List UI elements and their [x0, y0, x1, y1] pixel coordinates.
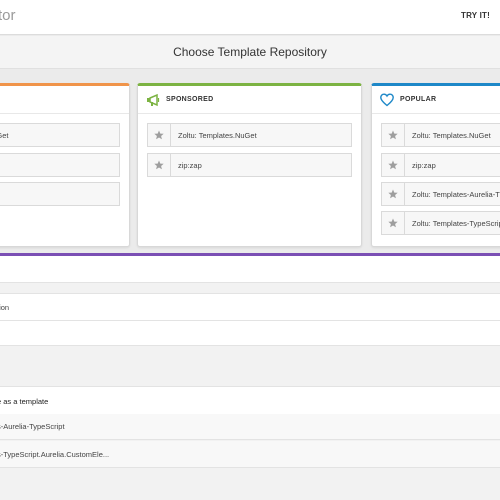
panel-header-row [0, 256, 500, 283]
star-button[interactable] [382, 183, 405, 205]
star-icon [154, 130, 164, 140]
repository-item[interactable]: zip:zap [381, 153, 500, 177]
card-header: POPULAR [372, 86, 500, 114]
section-header: Choose Template Repository [0, 36, 500, 69]
popular-card: POPULAR Zoltu: Templates.NuGet zip:zap Z… [371, 83, 500, 247]
repository-item[interactable]: Zoltu: Templates.NuGet [381, 123, 500, 147]
template-heading-row: e as a template [0, 386, 500, 415]
repository-item-label: Zoltu: Templates-Aurelia-T [412, 190, 500, 199]
template-item-row[interactable]: s-TypeScript.Aurelia.CustomEle... [0, 441, 500, 468]
megaphone-icon [147, 93, 160, 107]
repository-item[interactable]: Zoltu: Templates-TypeScrip [381, 211, 500, 235]
repository-item-label: zip:zap [178, 161, 202, 170]
repository-item[interactable]: s.NuGet [0, 123, 120, 147]
repository-card-left: s.NuGet [0, 83, 130, 247]
repository-item-label: s.NuGet [0, 131, 9, 140]
page-title: Choose Template Repository [173, 45, 327, 59]
template-item-label: s-Aurelia-TypeScript [0, 422, 65, 431]
repository-item-label: Zoltu: Templates.NuGet [178, 131, 257, 140]
top-bar: tor TRY IT! [0, 0, 500, 35]
star-icon [388, 218, 398, 228]
template-item-row[interactable]: s-Aurelia-TypeScript [0, 414, 500, 440]
star-icon [154, 160, 164, 170]
template-item-label: s-TypeScript.Aurelia.CustomEle... [0, 450, 110, 459]
repository-item[interactable]: Zoltu: Templates-Aurelia-T [381, 182, 500, 206]
card-heading: SPONSORED [166, 96, 214, 103]
star-button[interactable] [382, 124, 405, 146]
star-button[interactable] [148, 124, 171, 146]
repository-item[interactable] [0, 182, 120, 206]
template-panel: tion e as a template s-Aurelia-TypeScrip… [0, 253, 500, 500]
card-header [0, 86, 129, 114]
app-title: tor [0, 7, 16, 24]
repository-item-label: Zoltu: Templates-TypeScrip [412, 219, 500, 228]
template-heading-label: e as a template [0, 397, 49, 406]
star-button[interactable] [382, 154, 405, 176]
star-button[interactable] [382, 212, 405, 234]
star-icon [388, 160, 398, 170]
star-icon [388, 189, 398, 199]
card-header: SPONSORED [138, 86, 361, 114]
repository-item[interactable]: zip:zap [147, 153, 352, 177]
star-button[interactable] [148, 154, 171, 176]
star-icon [388, 130, 398, 140]
repository-item-label: Zoltu: Templates.NuGet [412, 131, 491, 140]
repository-item[interactable]: Zoltu: Templates.NuGet [147, 123, 352, 147]
blank-row [0, 321, 500, 346]
option-row[interactable]: tion [0, 293, 500, 321]
heart-icon [380, 93, 394, 107]
try-it-button[interactable]: TRY IT! [461, 11, 490, 20]
repository-item[interactable] [0, 153, 120, 177]
repository-item-label: zip:zap [412, 161, 436, 170]
card-heading: POPULAR [400, 96, 437, 103]
sponsored-card: SPONSORED Zoltu: Templates.NuGet zip:zap [137, 83, 362, 247]
option-row-label: tion [0, 303, 10, 312]
